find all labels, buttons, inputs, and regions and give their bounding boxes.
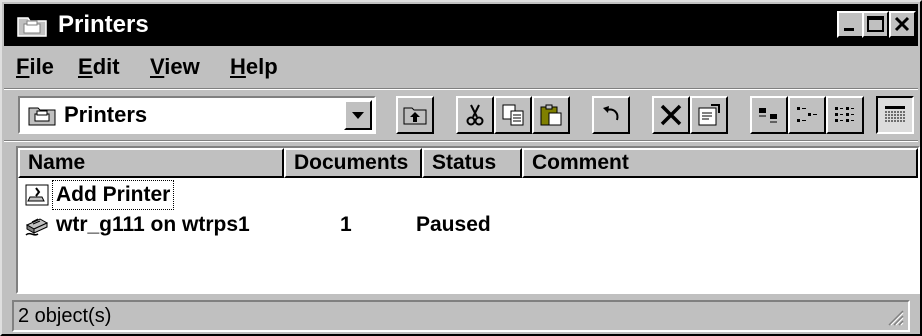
- add-printer-icon: [25, 184, 49, 206]
- menu-view[interactable]: View: [150, 53, 200, 81]
- paste-button[interactable]: [532, 96, 570, 134]
- printer-name: wtr_g111 on wtrps1: [56, 213, 250, 236]
- copy-button[interactable]: [494, 96, 532, 134]
- column-header-comment[interactable]: Comment: [522, 148, 918, 178]
- minimize-button[interactable]: [837, 11, 864, 38]
- printer-list[interactable]: Name Documents Status Comment Add Printe…: [16, 146, 920, 294]
- list-icon: [835, 107, 854, 122]
- printers-folder-icon: [17, 17, 47, 37]
- window-title: Printers: [58, 11, 149, 38]
- printers-window: Printers File Edit View Help Printers Na…: [0, 0, 922, 336]
- printer-status: Paused: [416, 213, 491, 236]
- properties-button[interactable]: [690, 96, 728, 134]
- menu-help[interactable]: Help: [230, 53, 278, 81]
- combo-dropdown-button[interactable]: [344, 100, 372, 130]
- list-button[interactable]: [826, 96, 864, 134]
- details-icon: [885, 106, 905, 122]
- small-icons-icon: [797, 107, 817, 122]
- printers-folder-icon: [28, 107, 56, 126]
- location-combo[interactable]: Printers: [18, 96, 376, 134]
- delete-icon: [660, 104, 682, 126]
- printer-name: Add Printer: [52, 180, 175, 210]
- cut-button[interactable]: [456, 96, 494, 134]
- cut-icon: [466, 104, 484, 126]
- menu-separator: [4, 88, 918, 90]
- close-icon: [894, 16, 910, 32]
- properties-icon: [698, 104, 720, 126]
- chevron-down-icon: [352, 112, 364, 119]
- menu-edit[interactable]: Edit: [78, 53, 120, 81]
- delete-button[interactable]: [652, 96, 690, 134]
- column-header-documents[interactable]: Documents: [284, 148, 422, 178]
- network-printer-icon: [25, 218, 49, 236]
- toolbar-separator: [4, 140, 918, 142]
- maximize-button[interactable]: [862, 11, 889, 38]
- undo-button[interactable]: [592, 96, 630, 134]
- up-one-level-icon: [403, 107, 427, 125]
- close-button[interactable]: [889, 11, 916, 38]
- column-header-status[interactable]: Status: [422, 148, 522, 178]
- copy-icon: [502, 104, 524, 126]
- maximize-icon: [867, 16, 884, 32]
- list-item[interactable]: Add Printer: [18, 180, 898, 212]
- small-icons-button[interactable]: [788, 96, 826, 134]
- title-bar[interactable]: Printers: [4, 4, 918, 46]
- details-button[interactable]: [876, 96, 914, 134]
- paste-icon: [540, 104, 562, 126]
- undo-icon: [603, 106, 619, 121]
- location-combo-value: Printers: [64, 102, 148, 127]
- large-icons-button[interactable]: [750, 96, 788, 134]
- large-icons-icon: [759, 108, 777, 123]
- menu-bar: File Edit View Help: [4, 50, 918, 86]
- resize-grip-icon[interactable]: [884, 306, 904, 326]
- status-text: 2 object(s): [18, 305, 112, 327]
- menu-file[interactable]: File: [16, 53, 54, 81]
- printer-documents: 1: [340, 213, 352, 236]
- list-header: Name Documents Status Comment: [18, 148, 918, 178]
- status-bar: 2 object(s): [12, 300, 910, 332]
- up-one-level-button[interactable]: [396, 96, 434, 134]
- list-item[interactable]: wtr_g111 on wtrps1 1 Paused: [18, 210, 898, 242]
- minimize-icon: [844, 28, 854, 31]
- column-header-name[interactable]: Name: [18, 148, 284, 178]
- toolbar: Printers: [4, 92, 918, 138]
